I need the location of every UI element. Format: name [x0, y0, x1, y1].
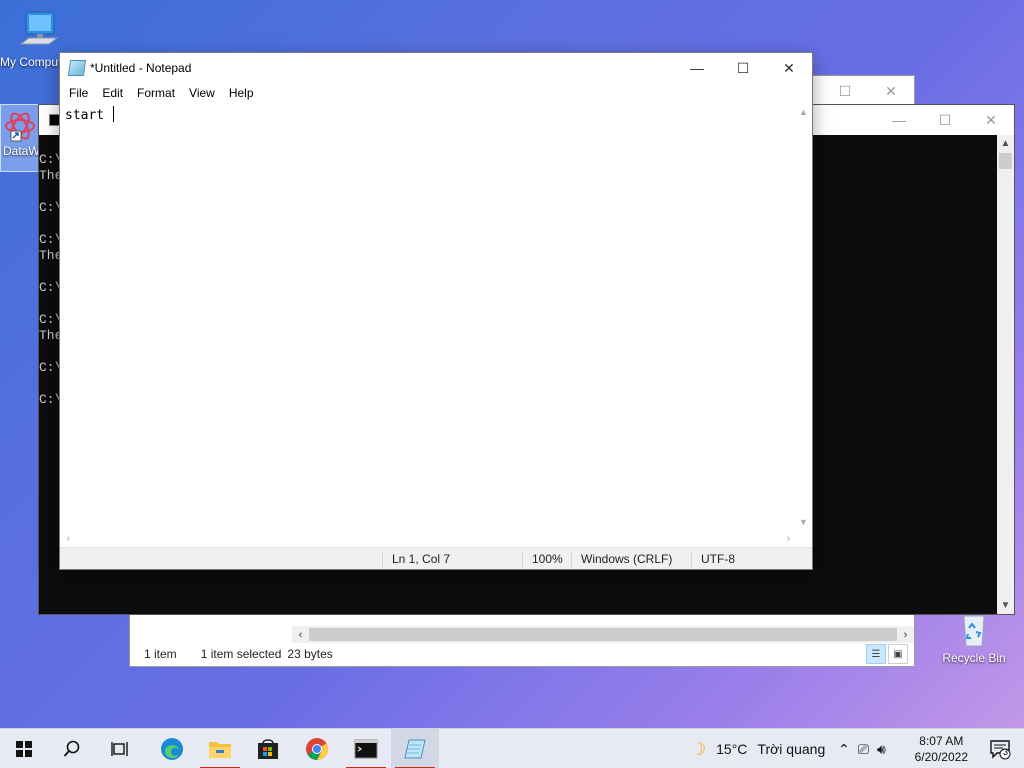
selection-size: 23 bytes — [287, 647, 333, 661]
encoding: UTF-8 — [691, 552, 791, 568]
desktop-icon-dataw[interactable]: DataW — [0, 104, 40, 172]
start-button[interactable] — [0, 729, 48, 768]
desktop-icon-label: My Computer — [0, 55, 60, 69]
folder-icon — [209, 742, 231, 758]
minimize-icon[interactable]: — — [674, 53, 720, 83]
cursor-position: Ln 1, Col 7 — [382, 552, 522, 568]
task-view-icon — [111, 742, 128, 756]
store-icon — [258, 739, 278, 759]
search-icon — [63, 740, 80, 757]
notepad-titlebar[interactable]: *Untitled - Notepad — ☐ ✕ — [60, 53, 812, 83]
command-prompt-button[interactable] — [342, 729, 390, 768]
weather-widget[interactable]: ☽ 15°C Trời quang — [690, 729, 825, 768]
volume-icon[interactable]: 🔊︎ — [877, 741, 886, 758]
terminal-icon — [354, 739, 378, 759]
zoom-level: 100% — [522, 552, 572, 568]
taskbar: ☽ 15°C Trời quang ⌃ ⎚ 🔊︎ 8:07 AM 6/20/20… — [0, 728, 1024, 768]
menu-view[interactable]: View — [182, 86, 222, 100]
notepad-window[interactable]: *Untitled - Notepad — ☐ ✕ File Edit Form… — [59, 52, 813, 570]
windows-logo-icon — [16, 741, 32, 757]
scroll-down-icon[interactable]: ▼ — [997, 597, 1014, 614]
store-button[interactable] — [244, 729, 292, 768]
moon-icon: ☽ — [690, 738, 707, 759]
notepad-taskbar-button[interactable] — [391, 729, 439, 768]
task-view-button[interactable] — [96, 729, 144, 768]
notepad-icon — [404, 739, 426, 759]
close-icon[interactable]: ✕ — [766, 53, 812, 83]
cmd-vertical-scrollbar[interactable]: ▲ ▼ — [997, 135, 1014, 614]
search-button[interactable] — [48, 729, 96, 768]
line-ending: Windows (CRLF) — [571, 552, 691, 568]
large-icons-view-icon[interactable]: ▣ — [888, 644, 908, 664]
file-explorer-button[interactable] — [196, 729, 244, 768]
edge-icon — [161, 738, 183, 760]
close-icon[interactable]: ✕ — [968, 105, 1014, 135]
scroll-up-icon[interactable]: ▲ — [997, 135, 1014, 152]
explorer-horizontal-scrollbar[interactable]: ‹ › — [292, 626, 914, 643]
clock-time: 8:07 AM — [919, 734, 964, 748]
scroll-left-icon[interactable]: ‹ — [292, 626, 309, 643]
editor-content: start — [65, 108, 112, 123]
minimize-icon[interactable]: — — [876, 105, 922, 135]
atom-icon — [5, 112, 35, 142]
scroll-right-icon[interactable]: › — [897, 626, 914, 643]
notification-count-badge: 3 — [1003, 747, 1009, 757]
desktop-icon-label: DataW — [3, 144, 39, 158]
details-view-icon[interactable]: ☰ — [866, 644, 886, 664]
edge-button[interactable] — [148, 729, 196, 768]
weather-condition: Trời quang — [757, 741, 826, 757]
network-icon[interactable]: ⎚ — [858, 741, 869, 758]
menu-format[interactable]: Format — [130, 86, 182, 100]
selection-info: 1 item selected — [200, 647, 282, 661]
window-title: *Untitled - Notepad — [90, 61, 192, 75]
notepad-horizontal-scrollbar[interactable]: ‹ › — [60, 530, 797, 547]
computer-icon — [19, 11, 59, 45]
menu-bar: File Edit Format View Help — [60, 83, 812, 103]
scroll-up-icon[interactable]: ▲ — [795, 103, 812, 120]
desktop-icon-label: Recycle Bin — [942, 651, 1006, 665]
recycle-bin-icon — [963, 615, 985, 647]
close-icon[interactable]: ✕ — [868, 76, 914, 106]
scroll-left-icon[interactable]: ‹ — [60, 530, 77, 547]
scrollbar-thumb[interactable] — [999, 153, 1012, 169]
clock-date: 6/20/2022 — [914, 750, 968, 764]
scroll-down-icon[interactable]: ▼ — [795, 513, 812, 530]
maximize-icon[interactable]: ☐ — [922, 105, 968, 135]
text-caret — [112, 106, 114, 122]
menu-file[interactable]: File — [62, 86, 95, 100]
chrome-button[interactable] — [293, 729, 341, 768]
item-count: 1 item — [144, 647, 177, 661]
menu-edit[interactable]: Edit — [95, 86, 130, 100]
maximize-icon[interactable]: ☐ — [822, 76, 868, 106]
notepad-vertical-scrollbar[interactable]: ▲ ▼ — [795, 103, 812, 530]
notepad-status-bar: Ln 1, Col 7 100% Windows (CRLF) UTF-8 — [60, 547, 812, 569]
scrollbar-thumb[interactable] — [309, 628, 897, 641]
notepad-icon — [67, 60, 87, 76]
text-editor[interactable]: start — [60, 103, 797, 530]
maximize-icon[interactable]: ☐ — [720, 53, 766, 83]
notification-center-button[interactable]: 3 — [976, 729, 1024, 768]
explorer-status-bar: 1 item 1 item selected 23 bytes — [130, 642, 914, 666]
scroll-right-icon[interactable]: › — [780, 530, 797, 547]
system-tray: ⌃ ⎚ 🔊︎ — [838, 729, 886, 768]
desktop-icon-recycle-bin[interactable]: Recycle Bin — [936, 610, 1012, 665]
clock[interactable]: 8:07 AM 6/20/2022 — [915, 733, 968, 765]
chevron-up-icon[interactable]: ⌃ — [838, 741, 850, 758]
chrome-icon — [306, 738, 328, 760]
menu-help[interactable]: Help — [222, 86, 261, 100]
weather-temperature: 15°C — [716, 741, 748, 757]
